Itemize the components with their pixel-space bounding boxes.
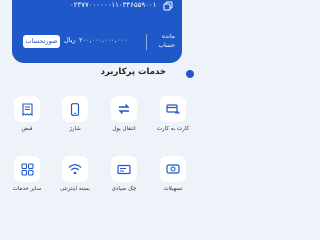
service-loan[interactable]: تسهیلات: [150, 156, 198, 204]
balance-row: صورتحساب ریال ۲۰۰,۰۰۰,۰۰۰,۰۰۰ مانده حساب: [12, 31, 182, 53]
statement-button[interactable]: صورتحساب: [23, 35, 60, 48]
section-dot: [186, 70, 194, 78]
service-label: شارژ: [69, 126, 81, 132]
service-card-transfer[interactable]: کارت به کارت: [150, 96, 198, 144]
money-transfer-icon: [111, 96, 137, 122]
service-mobile-charge[interactable]: شارژ: [52, 96, 100, 144]
account-number-row: ۰۲۳۷۷۰۰۰۰۰۰۱۱۰۳۴۶۵۵۹۰۰۱: [12, 1, 182, 15]
service-label: سایر خدمات: [12, 186, 42, 192]
service-label: تسهیلات: [163, 186, 183, 192]
service-money-transfer[interactable]: انتقال پول: [101, 96, 149, 144]
service-label: انتقال پول: [112, 126, 136, 132]
mobile-charge-icon: [62, 96, 88, 122]
services-title: خدمات پرکاربرد: [100, 67, 166, 77]
service-label: چک صیادی: [111, 186, 137, 192]
wifi-icon: [62, 156, 88, 182]
currency-label: ریال: [64, 36, 76, 44]
divider: [146, 34, 147, 50]
service-more[interactable]: سایر خدمات: [4, 156, 52, 204]
balance-amount: ۲۰۰,۰۰۰,۰۰۰,۰۰۰: [79, 36, 128, 44]
service-label: بسته اینترنتی: [60, 186, 90, 192]
account-card: ۰۲۳۷۷۰۰۰۰۰۰۱۱۰۳۴۶۵۵۹۰۰۱ صورتحساب ریال ۲۰…: [12, 0, 182, 63]
balance-label: مانده حساب: [158, 33, 175, 49]
copy-icon[interactable]: [163, 1, 173, 11]
card-transfer-icon: [160, 96, 186, 122]
more-services-icon: [14, 156, 40, 182]
bill-icon: [14, 96, 40, 122]
service-cheque[interactable]: چک صیادی: [101, 156, 149, 204]
service-label: کارت به کارت: [156, 126, 190, 132]
service-bill[interactable]: قبض: [4, 96, 52, 144]
cheque-icon: [111, 156, 137, 182]
account-number: ۰۲۳۷۷۰۰۰۰۰۰۱۱۰۳۴۶۵۵۹۰۰۱: [70, 1, 157, 9]
service-label: قبض: [21, 126, 33, 132]
loan-icon: [160, 156, 186, 182]
service-internet-package[interactable]: بسته اینترنتی: [52, 156, 100, 204]
